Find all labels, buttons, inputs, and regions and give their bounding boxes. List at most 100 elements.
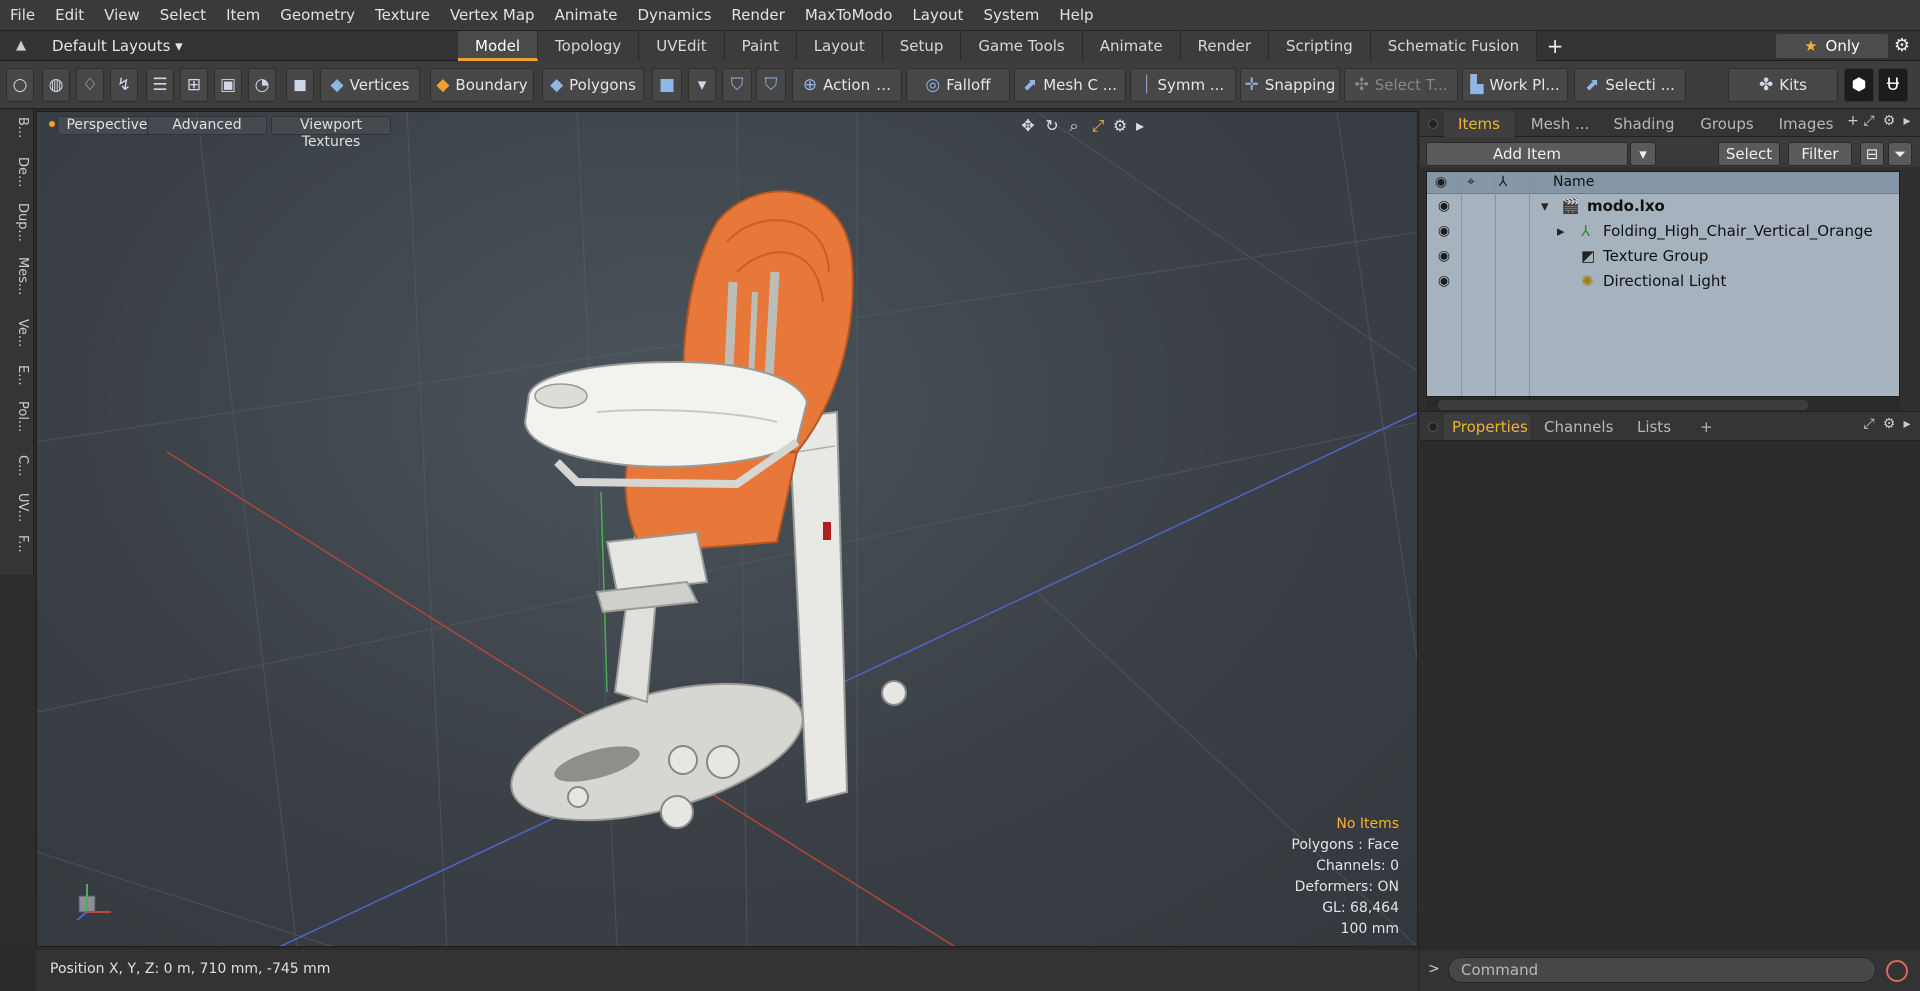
left-tab-deform[interactable]: De... bbox=[4, 157, 30, 187]
globe-button[interactable]: ◍ bbox=[42, 68, 70, 102]
unity-button[interactable]: ⬢ bbox=[1844, 68, 1874, 102]
lasso-button[interactable]: ↯ bbox=[110, 68, 138, 102]
menu-maxtomodo[interactable]: MaxToModo bbox=[795, 0, 903, 31]
viewport-textures-button[interactable]: Viewport Textures bbox=[271, 116, 391, 150]
menu-system[interactable]: System bbox=[973, 0, 1049, 31]
tab-layout[interactable]: Layout bbox=[796, 31, 883, 61]
menu-file[interactable]: File bbox=[0, 0, 45, 31]
list-item[interactable]: ◉ ◩ Texture Group bbox=[1427, 244, 1899, 269]
menu-view[interactable]: View bbox=[94, 0, 150, 31]
tab-groups[interactable]: Groups bbox=[1688, 111, 1766, 137]
left-tab-edge[interactable]: E... bbox=[4, 365, 30, 386]
expand-triangle-icon[interactable]: ▾ bbox=[1541, 197, 1549, 215]
material-button[interactable]: ■ bbox=[652, 68, 682, 102]
viewport-more-icon[interactable]: ▸ bbox=[1129, 116, 1151, 136]
kits-button[interactable]: ✤ Kits bbox=[1728, 68, 1838, 102]
gear-icon[interactable]: ⚙ bbox=[1890, 35, 1914, 57]
command-history-icon[interactable]: > bbox=[1428, 961, 1440, 977]
tab-game-tools[interactable]: Game Tools bbox=[961, 31, 1083, 61]
properties-gear-icon[interactable]: ⚙ bbox=[1880, 416, 1898, 434]
grid-button[interactable]: ⊞ bbox=[180, 68, 208, 102]
collapse-icon[interactable]: ⊟ bbox=[1860, 142, 1884, 166]
zoom-view-icon[interactable]: ⌕ bbox=[1063, 116, 1085, 136]
menu-edit[interactable]: Edit bbox=[45, 0, 94, 31]
menu-layout[interactable]: Layout bbox=[902, 0, 973, 31]
panel-menu-dot[interactable] bbox=[1428, 119, 1438, 129]
expand-icon[interactable]: ⤢ bbox=[1860, 113, 1878, 131]
visibility-eye-icon[interactable]: ◉ bbox=[1435, 223, 1453, 239]
symmetry-button[interactable]: ⏐ Symm ... bbox=[1130, 68, 1236, 102]
work-plane-button[interactable]: ▙ Work Pl... bbox=[1462, 68, 1568, 102]
name-column-header[interactable]: Name bbox=[1553, 174, 1594, 190]
panel-more-icon[interactable]: ▸ bbox=[1898, 113, 1916, 131]
tab-topology[interactable]: Topology bbox=[538, 31, 640, 61]
left-tab-mesh-edit[interactable]: Mes... bbox=[4, 257, 30, 295]
menu-vertex-map[interactable]: Vertex Map bbox=[440, 0, 545, 31]
tab-render[interactable]: Render bbox=[1180, 31, 1270, 61]
properties-expand-icon[interactable]: ⤢ bbox=[1860, 416, 1878, 434]
move-view-icon[interactable]: ✥ bbox=[1017, 116, 1039, 136]
record-macro-icon[interactable] bbox=[1886, 960, 1908, 982]
collapse-triangle-icon[interactable]: ▸ bbox=[1557, 222, 1565, 240]
boundary-button[interactable]: ◆ Boundary bbox=[430, 68, 534, 102]
properties-menu-dot[interactable] bbox=[1428, 422, 1438, 432]
menu-render[interactable]: Render bbox=[721, 0, 794, 31]
tab-items[interactable]: Items bbox=[1444, 111, 1514, 137]
left-tab-basic[interactable]: B... bbox=[4, 117, 30, 138]
tab-animate[interactable]: Animate bbox=[1082, 31, 1181, 61]
tab-images[interactable]: Images bbox=[1768, 111, 1844, 137]
unreal-button[interactable]: Ʉ bbox=[1878, 68, 1908, 102]
ball-shield-button[interactable]: ⛉ bbox=[756, 68, 786, 102]
item-mode-button[interactable]: ◼ bbox=[286, 68, 314, 102]
arc-button[interactable]: ◔ bbox=[248, 68, 276, 102]
perspective-button[interactable]: Perspective bbox=[57, 116, 157, 135]
select-through-button[interactable]: ✣ Select T... bbox=[1344, 68, 1458, 102]
list-item[interactable]: ◉ ✺ Directional Light bbox=[1427, 269, 1899, 294]
left-tab-fusion[interactable]: F... bbox=[4, 535, 30, 553]
tab-channels[interactable]: Channels bbox=[1536, 414, 1620, 440]
left-tab-uv[interactable]: UV... bbox=[4, 493, 30, 522]
left-tab-curve[interactable]: C... bbox=[4, 455, 30, 476]
menu-animate[interactable]: Animate bbox=[545, 0, 628, 31]
menu-select[interactable]: Select bbox=[150, 0, 216, 31]
select-button[interactable]: Select bbox=[1718, 142, 1780, 166]
menu-texture[interactable]: Texture bbox=[365, 0, 440, 31]
vertices-button[interactable]: ◆ Vertices bbox=[320, 68, 420, 102]
add-properties-tab-button[interactable]: + bbox=[1692, 414, 1716, 440]
visibility-eye-icon[interactable]: ◉ bbox=[1435, 248, 1453, 264]
menu-geometry[interactable]: Geometry bbox=[270, 0, 365, 31]
tab-setup[interactable]: Setup bbox=[882, 31, 962, 61]
stack-button[interactable]: ☰ bbox=[146, 68, 174, 102]
frame-button[interactable]: ▣ bbox=[214, 68, 242, 102]
scrollbar-thumb[interactable] bbox=[1438, 400, 1808, 410]
rotate-view-icon[interactable]: ↻ bbox=[1041, 116, 1063, 136]
collapse-up-icon[interactable]: ▲ bbox=[12, 37, 30, 55]
add-tab-button[interactable]: + bbox=[1537, 31, 1573, 61]
left-tab-duplicate[interactable]: Dup... bbox=[4, 203, 30, 242]
layout-dropdown[interactable]: Default Layouts ▾ bbox=[52, 31, 183, 61]
menu-help[interactable]: Help bbox=[1049, 0, 1103, 31]
tab-shading[interactable]: Shading bbox=[1604, 111, 1684, 137]
snapping-button[interactable]: ✛ Snapping bbox=[1240, 68, 1340, 102]
action-center-button[interactable]: ⊕ Action… bbox=[792, 68, 902, 102]
mesh-constraints-button[interactable]: ⬈ Mesh C ... bbox=[1014, 68, 1126, 102]
mode-dropdown-button[interactable]: ▾ bbox=[688, 68, 716, 102]
tab-scripting[interactable]: Scripting bbox=[1269, 31, 1371, 61]
tab-paint[interactable]: Paint bbox=[724, 31, 797, 61]
visibility-header-icon[interactable]: ◉ bbox=[1427, 174, 1455, 190]
viewport-menu-dot[interactable] bbox=[49, 121, 55, 127]
advanced-shading-button[interactable]: Advanced bbox=[147, 116, 267, 135]
menu-dynamics[interactable]: Dynamics bbox=[627, 0, 721, 31]
list-item[interactable]: ◉ ▾ 🎬 modo.lxo bbox=[1427, 194, 1899, 219]
maximize-icon[interactable]: ⤢ bbox=[1087, 116, 1109, 136]
visibility-eye-icon[interactable]: ◉ bbox=[1435, 198, 1453, 214]
only-button[interactable]: ★ Only bbox=[1776, 34, 1888, 58]
panel-gear-icon[interactable]: ⚙ bbox=[1880, 113, 1898, 131]
tab-properties[interactable]: Properties bbox=[1444, 414, 1530, 440]
tab-lists[interactable]: Lists bbox=[1624, 414, 1684, 440]
polygons-button[interactable]: ◆ Polygons bbox=[542, 68, 644, 102]
falloff-button[interactable]: ◎ Falloff bbox=[906, 68, 1010, 102]
left-tab-polygon[interactable]: Pol... bbox=[4, 401, 30, 432]
add-item-button[interactable]: Add Item bbox=[1426, 142, 1628, 166]
filter-button[interactable]: Filter bbox=[1788, 142, 1852, 166]
